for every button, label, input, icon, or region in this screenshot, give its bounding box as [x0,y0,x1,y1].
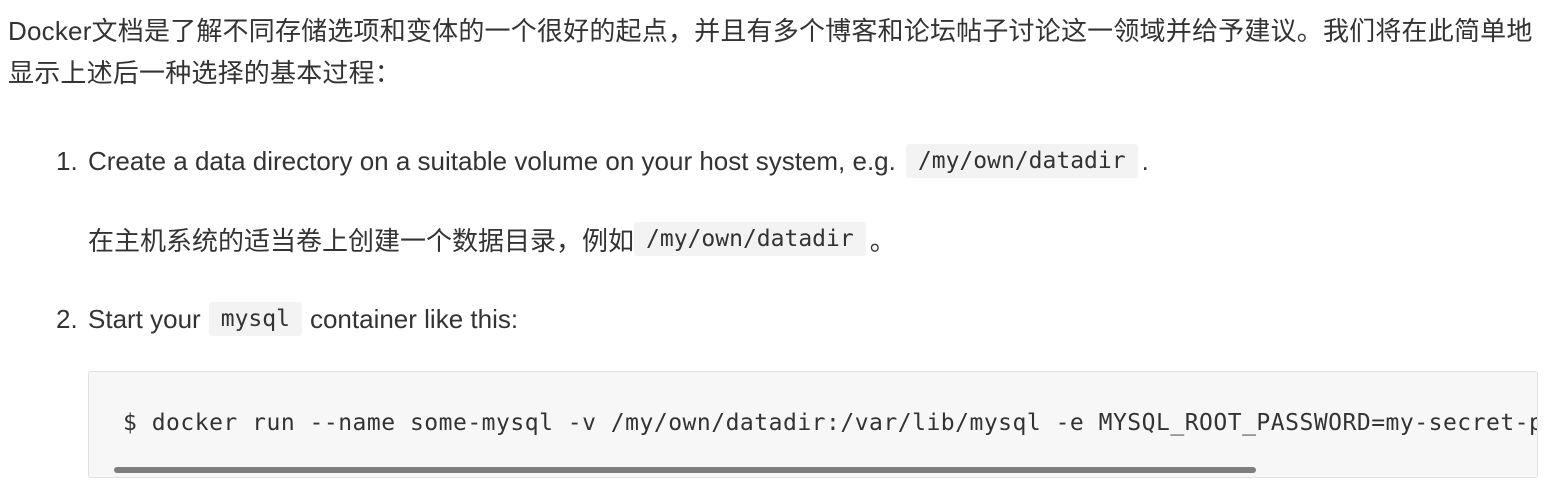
horizontal-scrollbar[interactable] [89,463,1537,477]
step-text: Create a data directory on a suitable vo… [88,145,896,176]
step-text-end: . [1141,145,1149,176]
step-text-end: container like this: [309,303,519,334]
step-1-translation: 在主机系统的适当卷上创建一个数据目录，例如 /my/own/datadir 。 [88,218,896,260]
step-translation-text: 在主机系统的适当卷上创建一个数据目录，例如 [88,225,635,256]
step-number: 2. [56,303,78,334]
scrollbar-thumb[interactable] [114,467,1256,473]
step-1-line: 1. Create a data directory on a suitable… [56,140,1149,182]
step-text: Start your [88,303,201,334]
inline-code-mysql: mysql [208,302,302,336]
step-1: 1. Create a data directory on a suitable… [56,140,1149,256]
code-command: $ docker run --name some-mysql -v /my/ow… [123,410,1538,436]
code-block[interactable]: $ docker run --name some-mysql -v /my/ow… [88,371,1538,478]
intro-paragraph: Docker文档是了解不同存储选项和变体的一个很好的起点，并且有多个博客和论坛帖… [8,16,1533,88]
step-2-line: 2. Start your mysql container like this: [56,298,518,340]
step-2: 2. Start your mysql container like this: [56,298,518,340]
step-number: 1. [56,145,78,176]
inline-code-datadir: /my/own/datadir [905,144,1138,178]
inline-code-datadir-zh: /my/own/datadir [634,222,866,256]
step-translation-end: 。 [869,225,896,256]
